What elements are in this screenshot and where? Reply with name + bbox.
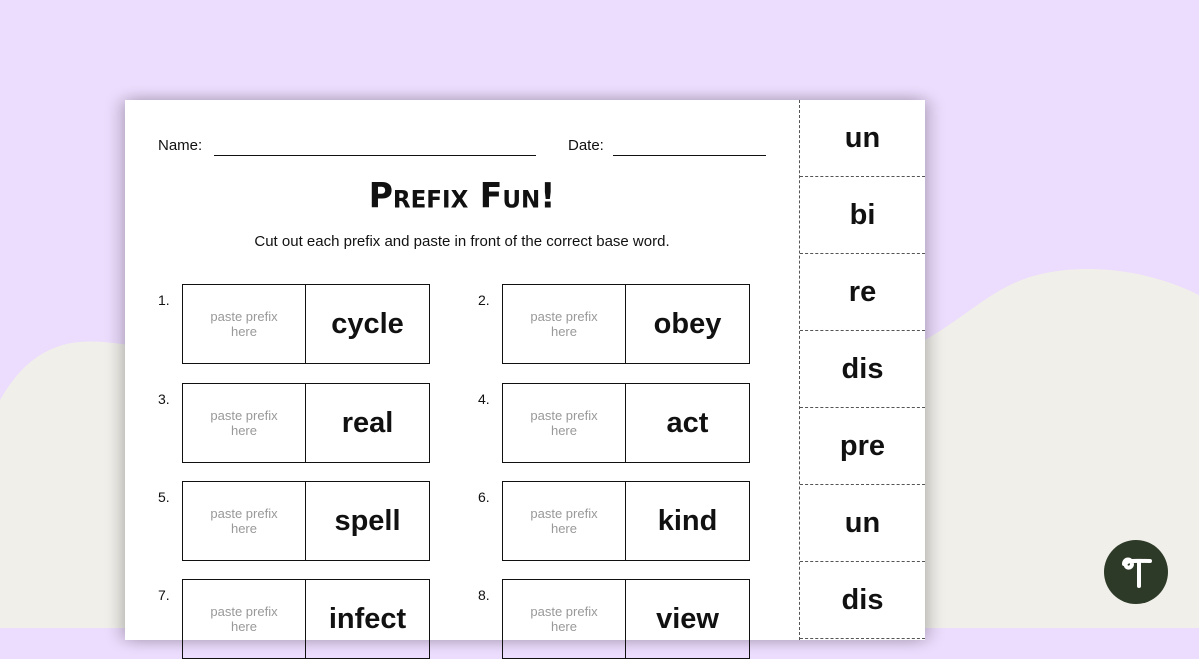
question-number: 8.: [478, 587, 490, 603]
paste-placeholder: paste prefix here: [530, 506, 598, 536]
name-field[interactable]: [214, 155, 536, 156]
question-number: 3.: [158, 391, 170, 407]
worksheet: Name: Date: Prefix Fun! Cut out each pre…: [125, 100, 925, 659]
paste-placeholder: paste prefix here: [210, 408, 278, 438]
base-word: act: [666, 406, 709, 439]
paste-placeholder: paste prefix here: [530, 604, 598, 634]
paste-placeholder: paste prefix here: [530, 309, 598, 339]
date-label: Date:: [568, 137, 604, 154]
base-word: spell: [334, 504, 401, 537]
question-number: 7.: [158, 587, 170, 603]
paste-prefix-area[interactable]: paste prefix here: [183, 384, 306, 462]
paste-placeholder: paste prefix here: [210, 506, 278, 536]
base-word: infect: [328, 602, 407, 635]
question-number: 5.: [158, 489, 170, 505]
instructions: Cut out each prefix and paste in front o…: [254, 233, 670, 250]
paste-placeholder: paste prefix here: [210, 309, 278, 339]
prefix-card[interactable]: bi: [800, 177, 925, 254]
paste-prefix-area[interactable]: paste prefix here: [503, 285, 626, 363]
prefix-card[interactable]: pre: [800, 408, 925, 485]
base-word: obey: [653, 307, 722, 340]
answer-box: paste prefix here infect: [182, 579, 430, 659]
answer-box: paste prefix here kind: [502, 481, 750, 561]
question-number: 2.: [478, 292, 490, 308]
paste-placeholder: paste prefix here: [210, 604, 278, 634]
brand-logo[interactable]: [1104, 540, 1168, 604]
answer-box: paste prefix here spell: [182, 481, 430, 561]
prefix-card[interactable]: un: [800, 485, 925, 562]
prefix-cards: un bi re dis pre un dis: [800, 100, 925, 639]
base-word: view: [656, 602, 719, 635]
base-word: kind: [657, 504, 718, 537]
brand-logo-icon: [1122, 557, 1152, 588]
base-word: cycle: [331, 307, 404, 340]
paste-prefix-area[interactable]: paste prefix here: [503, 384, 626, 462]
answer-box: paste prefix here cycle: [182, 284, 430, 364]
paste-prefix-area[interactable]: paste prefix here: [503, 580, 626, 658]
name-label: Name:: [158, 137, 203, 154]
paste-prefix-area[interactable]: paste prefix here: [503, 482, 626, 560]
answer-box: paste prefix here obey: [502, 284, 750, 364]
paste-placeholder: paste prefix here: [530, 408, 598, 438]
worksheet-title: Prefix Fun!: [368, 175, 556, 216]
question-number: 1.: [158, 292, 170, 308]
answer-box: paste prefix here real: [182, 383, 430, 463]
prefix-card[interactable]: dis: [800, 562, 925, 639]
question-number: 4.: [478, 391, 490, 407]
prefix-card[interactable]: dis: [800, 331, 925, 408]
answer-box: paste prefix here view: [502, 579, 750, 659]
question-number: 6.: [478, 489, 490, 505]
prefix-card[interactable]: un: [800, 100, 925, 177]
paste-prefix-area[interactable]: paste prefix here: [183, 285, 306, 363]
answer-box: paste prefix here act: [502, 383, 750, 463]
paste-prefix-area[interactable]: paste prefix here: [183, 482, 306, 560]
base-word: real: [341, 406, 394, 439]
paste-prefix-area[interactable]: paste prefix here: [183, 580, 306, 658]
prefix-card[interactable]: re: [800, 254, 925, 331]
date-field[interactable]: [613, 155, 766, 156]
